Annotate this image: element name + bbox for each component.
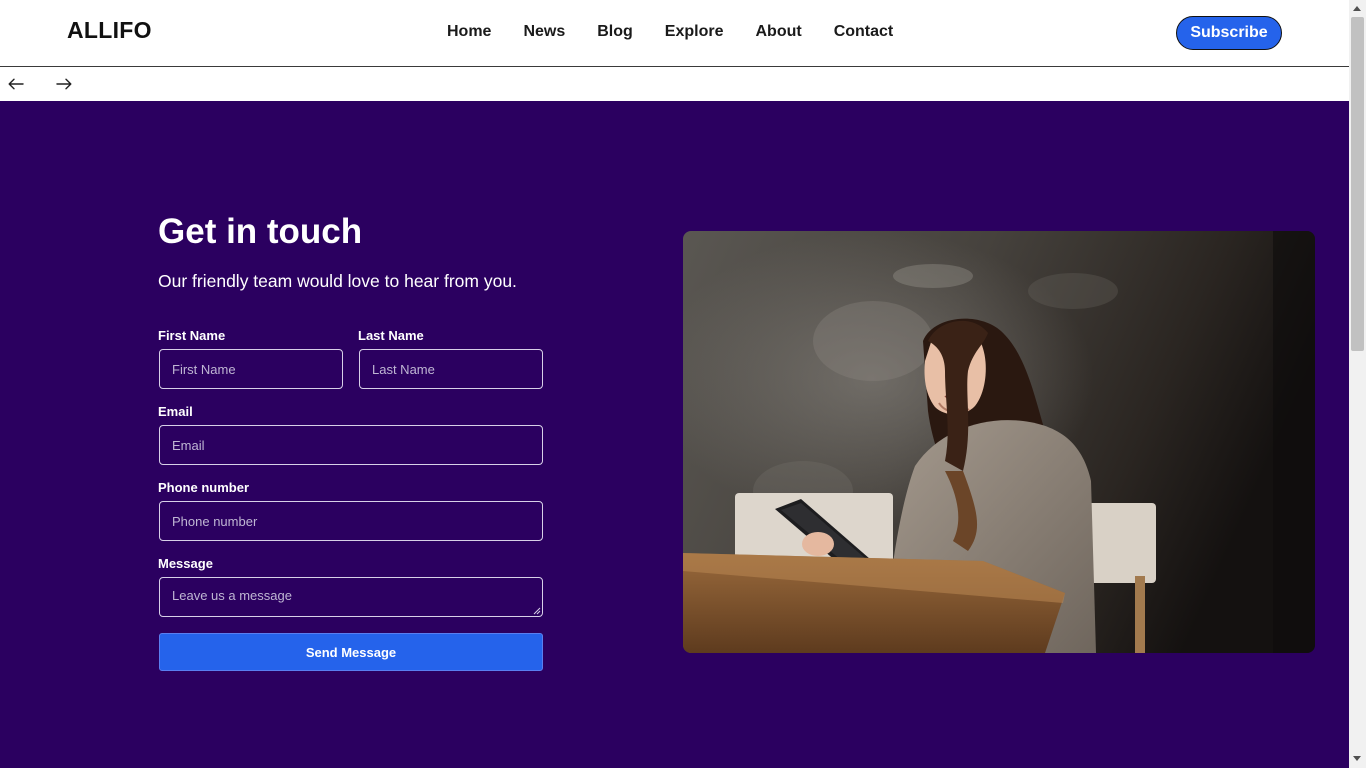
- contact-title: Get in touch: [158, 212, 363, 251]
- site-logo[interactable]: ALLIFO: [67, 17, 152, 44]
- nav-explore[interactable]: Explore: [665, 22, 724, 42]
- resize-grip-icon[interactable]: [532, 606, 541, 615]
- scroll-thumb[interactable]: [1351, 17, 1364, 351]
- nav-blog[interactable]: Blog: [597, 22, 633, 42]
- arrow-right-icon[interactable]: [54, 74, 74, 94]
- page-scrollbar[interactable]: [1349, 0, 1366, 768]
- subscribe-button[interactable]: Subscribe: [1176, 16, 1282, 50]
- main-nav: Home News Blog Explore About Contact: [447, 22, 925, 42]
- message-textarea[interactable]: [159, 577, 543, 617]
- contact-section: Get in touch Our friendly team would lov…: [0, 101, 1349, 768]
- slider-controls: [0, 67, 1349, 101]
- woman-with-tablet-image: [683, 231, 1315, 653]
- contact-photo: [683, 231, 1315, 653]
- nav-news[interactable]: News: [523, 22, 565, 42]
- arrow-left-icon[interactable]: [6, 74, 26, 94]
- contact-subtitle: Our friendly team would love to hear fro…: [158, 271, 517, 291]
- phone-label: Phone number: [158, 480, 250, 495]
- first-name-label: First Name: [158, 328, 226, 343]
- first-name-input[interactable]: [159, 349, 343, 389]
- nav-about[interactable]: About: [755, 22, 801, 42]
- send-message-button[interactable]: Send Message: [159, 633, 543, 671]
- email-label: Email: [158, 404, 193, 419]
- scroll-up-icon[interactable]: [1353, 6, 1361, 11]
- site-header: ALLIFO Home News Blog Explore About Cont…: [0, 0, 1349, 67]
- page: ALLIFO Home News Blog Explore About Cont…: [0, 0, 1349, 768]
- phone-input[interactable]: [159, 501, 543, 541]
- email-input[interactable]: [159, 425, 543, 465]
- message-label: Message: [158, 556, 213, 571]
- nav-contact[interactable]: Contact: [834, 22, 894, 42]
- nav-home[interactable]: Home: [447, 22, 491, 42]
- last-name-input[interactable]: [359, 349, 543, 389]
- last-name-label: Last Name: [358, 328, 424, 343]
- scroll-down-icon[interactable]: [1353, 756, 1361, 761]
